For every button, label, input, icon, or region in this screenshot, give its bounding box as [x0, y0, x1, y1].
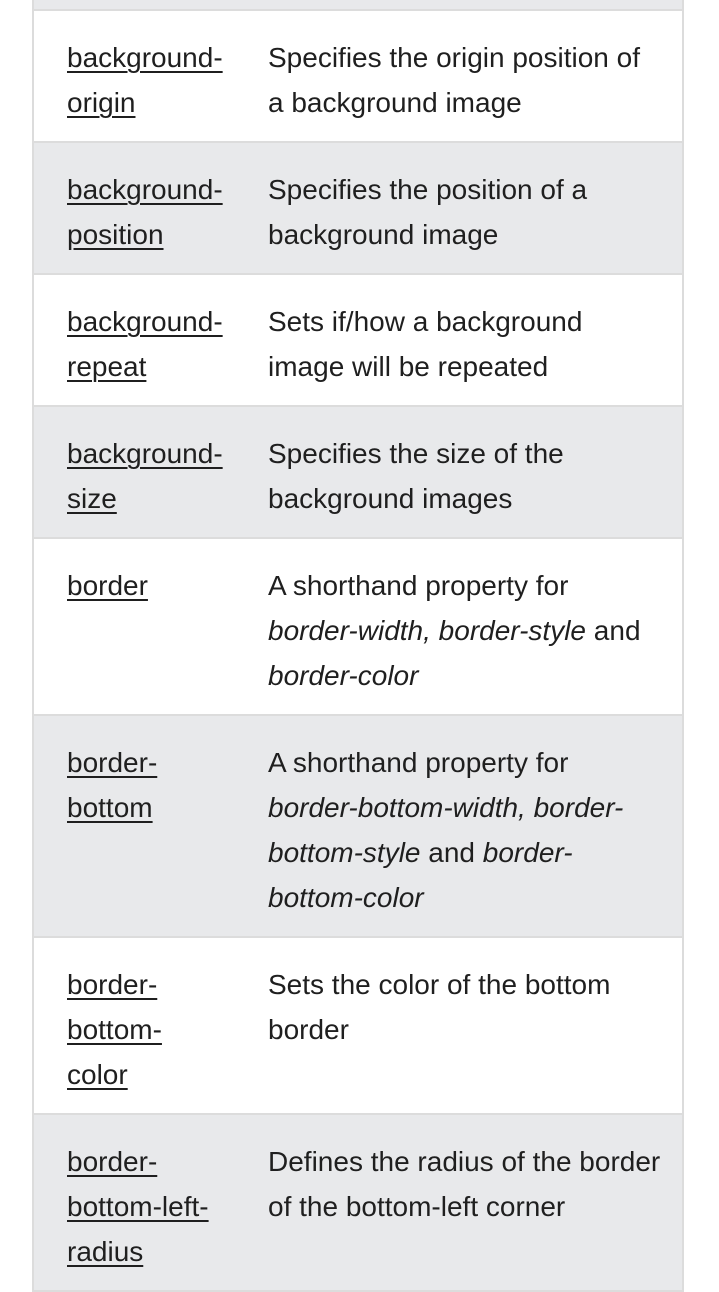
property-link[interactable]: background-size	[67, 438, 223, 514]
property-cell: border-bottom-left-radius	[34, 1139, 268, 1274]
table-row: background-repeat Sets if/how a backgroun…	[34, 275, 682, 407]
table-row-partial	[34, 0, 682, 11]
property-name-part: border-	[67, 1146, 158, 1177]
property-link[interactable]: background-origin	[67, 42, 223, 118]
table-row: background-size Specifies the size of the…	[34, 407, 682, 539]
property-name-part: border-	[67, 747, 158, 778]
property-name-part: bottom-	[67, 1014, 162, 1045]
property-link[interactable]: border-bottom-color	[67, 969, 162, 1090]
property-cell: border	[34, 563, 268, 698]
property-link[interactable]: border-bottom-left-radius	[67, 1146, 209, 1267]
description-text: Sets if/how a background image will be r…	[268, 306, 583, 382]
table-row: border-bottom-color Sets the color of the…	[34, 938, 682, 1115]
property-cell: background-repeat	[34, 299, 268, 389]
table-row: background-origin Specifies the origin po…	[34, 11, 682, 143]
description-cell: Specifies the position of a background i…	[268, 167, 682, 257]
property-link[interactable]: border	[67, 570, 148, 601]
property-name-part: bottom	[67, 792, 153, 823]
description-text: and	[420, 837, 483, 868]
table-row: border-bottom A shorthand property for bo…	[34, 716, 682, 938]
property-name-part: background-	[67, 42, 223, 73]
description-text: Sets the color of the bottom border	[268, 969, 611, 1045]
property-cell: border-bottom-color	[34, 962, 268, 1097]
description-cell: A shorthand property for border-width, b…	[268, 563, 682, 698]
property-cell: background-origin	[34, 35, 268, 125]
property-cell: border-bottom	[34, 740, 268, 920]
property-name-part: background-	[67, 438, 223, 469]
table-body: background-origin Specifies the origin po…	[34, 11, 682, 1292]
property-link[interactable]: border-bottom	[67, 747, 157, 823]
description-text: and	[586, 615, 641, 646]
reference-page: background-origin Specifies the origin po…	[0, 0, 719, 1292]
property-name-part: border-	[67, 969, 158, 1000]
property-name-part: background-	[67, 174, 223, 205]
description-text: Specifies the position of a background i…	[268, 174, 588, 250]
table-row: border-bottom-left-radius Defines the rad…	[34, 1115, 682, 1292]
property-name-part: position	[67, 219, 164, 250]
description-cell: Defines the radius of the border of the …	[268, 1139, 682, 1274]
property-name-part: repeat	[67, 351, 147, 382]
description-cell: Sets if/how a background image will be r…	[268, 299, 682, 389]
property-name-part: bottom-left-	[67, 1191, 209, 1222]
property-link[interactable]: background-position	[67, 174, 223, 250]
property-name-part: color	[67, 1059, 128, 1090]
description-cell: Specifies the size of the background ima…	[268, 431, 682, 521]
property-link[interactable]: background-repeat	[67, 306, 223, 382]
description-cell: Sets the color of the bottom border	[268, 962, 682, 1097]
description-cell: Specifies the origin position of a backg…	[268, 35, 682, 125]
description-italic-text: border-color	[268, 660, 419, 691]
css-properties-table: background-origin Specifies the origin po…	[32, 0, 684, 1292]
property-cell: background-position	[34, 167, 268, 257]
description-italic-text: border-width, border-style	[268, 615, 587, 646]
table-row: border A shorthand property for border-wi…	[34, 539, 682, 716]
description-text: A shorthand property for	[268, 747, 569, 778]
description-text: Specifies the origin position of a backg…	[268, 42, 640, 118]
property-name-part: origin	[67, 87, 136, 118]
description-cell: A shorthand property for border-bottom-w…	[268, 740, 682, 920]
property-name-part: radius	[67, 1236, 144, 1267]
description-text: A shorthand property for	[268, 570, 569, 601]
property-name-part: border	[67, 570, 148, 601]
table-row: background-position Specifies the positio…	[34, 143, 682, 275]
description-text: Specifies the size of the background ima…	[268, 438, 564, 514]
property-name-part: size	[67, 483, 117, 514]
property-name-part: background-	[67, 306, 223, 337]
description-text: Defines the radius of the border of the …	[268, 1146, 661, 1222]
property-cell: background-size	[34, 431, 268, 521]
